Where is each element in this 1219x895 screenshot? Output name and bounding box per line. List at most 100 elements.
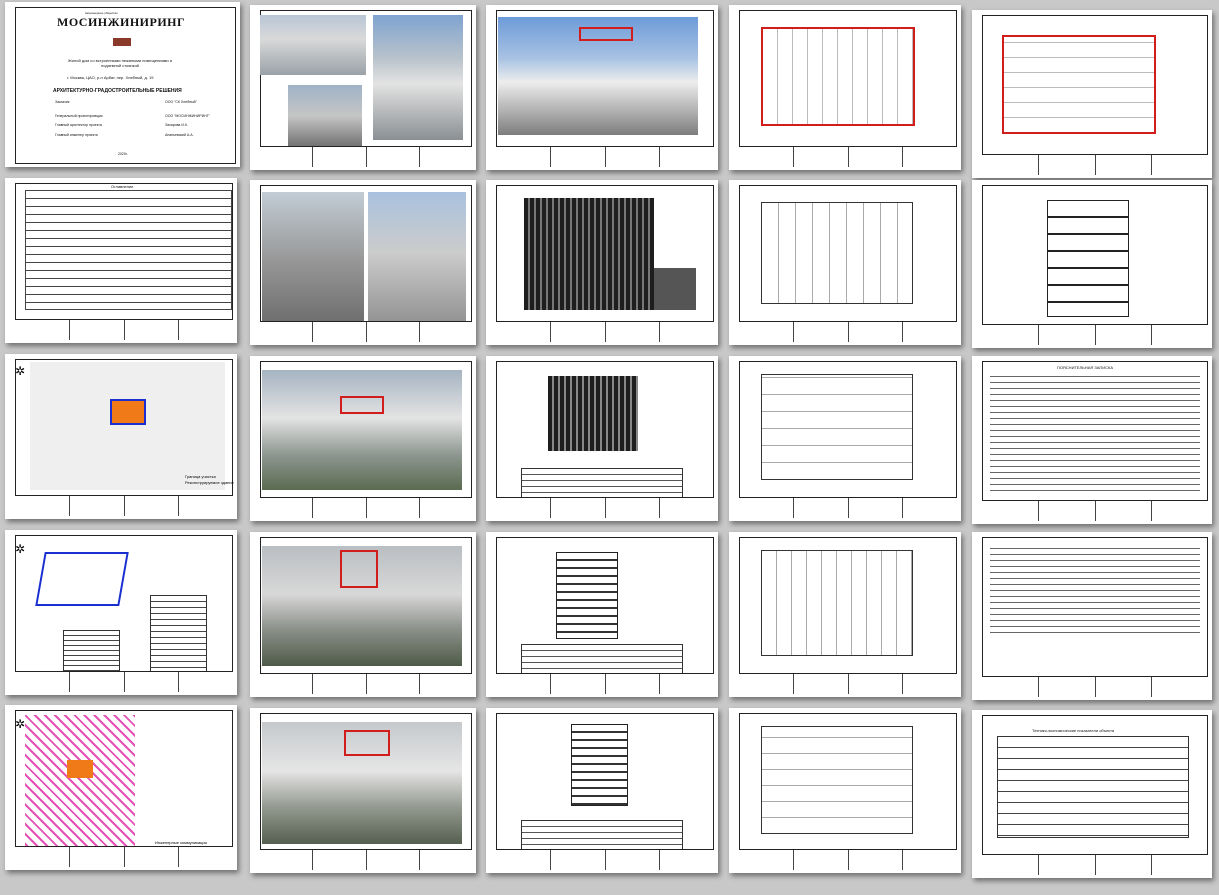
sheet-contents[interactable]: Оглавление <box>5 178 237 343</box>
title-block <box>260 849 472 870</box>
sheet-plan-2[interactable] <box>972 10 1212 178</box>
sheet-coordinates[interactable]: ✲ <box>5 530 237 695</box>
teap-table <box>997 736 1189 838</box>
sheet-frame <box>15 7 236 164</box>
cover-row-value: Ананьевский А.А. <box>165 133 194 137</box>
title-block <box>15 846 233 867</box>
sheet-plan-4[interactable] <box>729 356 961 521</box>
elevation-drawing <box>524 198 654 310</box>
floor-plan <box>761 726 913 834</box>
title-block <box>15 671 233 692</box>
floor-plan <box>761 27 915 126</box>
project-title: Жилой дом со встроенными нежилыми помеще… <box>67 58 173 68</box>
sheet-render-main[interactable] <box>486 5 718 170</box>
sheet-cover[interactable]: Акционерное общество МОСИНЖИНИРИНГ Жилой… <box>5 2 240 167</box>
sheet-elevation-3[interactable] <box>486 532 718 697</box>
title-block <box>260 321 472 342</box>
explanatory-title: ПОЯСНИТЕЛЬНАЯ ЗАПИСКА <box>1057 365 1114 370</box>
teap-title: Технико-экономические показатели объекта <box>1032 728 1115 733</box>
title-block <box>15 319 233 340</box>
highlight-outline <box>344 730 390 756</box>
sheet-photos-2[interactable] <box>250 180 476 345</box>
title-block <box>496 321 714 342</box>
cover-row-value: ООО "МОСИНЖИНИРИНГ" <box>165 114 210 118</box>
cover-row-label: Главный инженер проекта <box>55 133 98 137</box>
highlight-outline <box>579 27 633 41</box>
elevation-annex <box>654 268 696 310</box>
sheet-teap[interactable]: Технико-экономические показатели объекта <box>972 710 1212 878</box>
cover-row-label: Главный архитектор проекта <box>55 123 102 127</box>
sheet-utilities[interactable]: ✲ Инженерные коммуникации <box>5 705 237 870</box>
explanatory-text <box>990 374 1200 494</box>
building-photo <box>373 15 463 140</box>
title-block <box>982 854 1208 875</box>
north-arrow-icon: ✲ <box>15 717 26 731</box>
sheet-explanatory[interactable]: ПОЯСНИТЕЛЬНАЯ ЗАПИСКА <box>972 356 1212 524</box>
sheet-plan-5[interactable] <box>729 532 961 697</box>
title-block <box>982 500 1208 521</box>
cover-row-value: Захарова И.К. <box>165 123 188 127</box>
building-photo <box>260 15 366 75</box>
sheet-plan-1[interactable] <box>729 5 961 170</box>
floor-plan <box>761 550 913 656</box>
elevation-drawing <box>548 376 638 451</box>
title-block <box>739 849 957 870</box>
sheet-explanatory-2[interactable] <box>972 532 1212 700</box>
title-block <box>739 321 957 342</box>
utilities-map <box>25 715 135 855</box>
aerial-render <box>262 370 462 490</box>
title-block <box>982 324 1208 345</box>
section-title: АРХИТЕКТУРНО-ГРАДОСТРОИТЕЛЬНЫЕ РЕШЕНИЯ <box>53 88 182 94</box>
highlight-outline <box>340 396 384 414</box>
sheet-site-plan[interactable]: ✲ Граница участка Реконструируемое здани… <box>5 354 237 519</box>
sheet-section[interactable] <box>972 180 1212 348</box>
title-block <box>982 154 1208 175</box>
north-arrow-icon: ✲ <box>15 364 26 378</box>
title-block <box>739 497 957 518</box>
explanatory-text <box>990 546 1200 636</box>
title-block <box>739 673 957 694</box>
company-logo <box>113 38 131 46</box>
elevation-drawing <box>571 724 628 806</box>
site-building <box>110 399 146 425</box>
sheet-plan-6[interactable] <box>729 708 961 873</box>
legend-reconstruction: Реконструируемое здание <box>185 480 234 485</box>
title-block <box>260 673 472 694</box>
sheet-plan-3[interactable] <box>729 180 961 345</box>
legend-engineering: Инженерные коммуникации <box>155 840 207 845</box>
street-photo <box>368 192 466 327</box>
title-block <box>496 497 714 518</box>
site-outline <box>35 552 129 606</box>
cover-row-label: Заказчик <box>55 100 70 104</box>
sheet-elevation[interactable] <box>486 180 718 345</box>
title-block <box>496 146 714 167</box>
cover-row-label: Генеральный проектировщик <box>55 114 103 118</box>
project-address: г. Москва, ЦАО, р-н Арбат, пер. Хлебный,… <box>67 75 154 80</box>
floor-plan <box>1002 35 1156 134</box>
legend-site: Граница участка <box>185 474 216 479</box>
street-photo <box>262 192 364 327</box>
site-map <box>30 362 225 490</box>
title-block <box>496 849 714 870</box>
title-block <box>260 497 472 518</box>
company-name: МОСИНЖИНИРИНГ <box>57 15 186 29</box>
sheet-elevation-4[interactable] <box>486 708 718 873</box>
section-drawing <box>1047 200 1129 317</box>
title-block <box>982 676 1208 697</box>
highlight-outline <box>340 550 378 588</box>
title-block <box>260 146 472 167</box>
building-photo <box>288 85 362 147</box>
sheet-elevation-2[interactable] <box>486 356 718 521</box>
sheet-aerial-2[interactable] <box>250 532 476 697</box>
sheet-aerial-3[interactable] <box>250 708 476 873</box>
cover-row-value: ООО "СК Хлебный" <box>165 100 197 104</box>
sheet-aerial-1[interactable] <box>250 356 476 521</box>
elevation-drawing <box>556 552 618 639</box>
sheet-photos-1[interactable] <box>250 5 476 170</box>
title-block <box>739 146 957 167</box>
contents-table <box>25 190 232 310</box>
floor-plan <box>761 202 913 304</box>
site-building <box>67 760 93 778</box>
title-block <box>15 495 233 516</box>
cover-year: 2020г. <box>118 152 128 156</box>
